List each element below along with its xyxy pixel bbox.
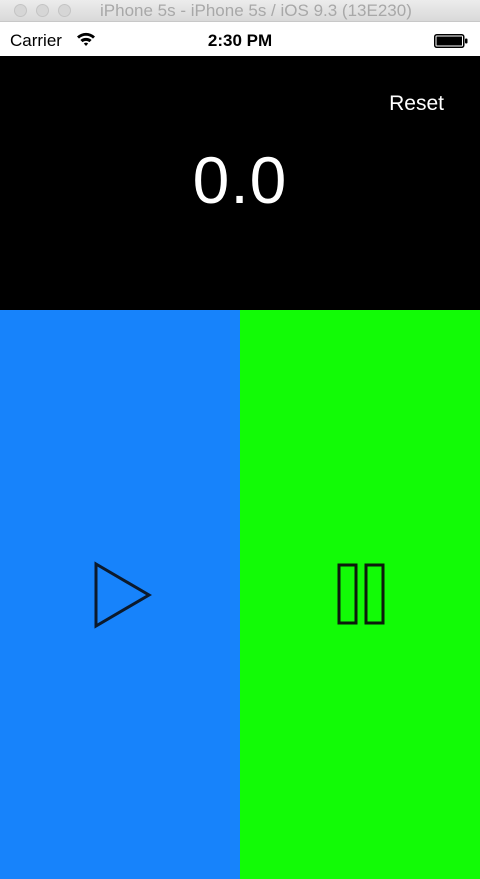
pause-button[interactable] [240, 310, 480, 879]
window-controls [0, 4, 71, 17]
reset-button[interactable]: Reset [389, 92, 444, 116]
battery-icon [434, 34, 468, 48]
close-window-button[interactable] [14, 4, 27, 17]
status-time: 2:30 PM [207, 31, 273, 50]
window-title: iPhone 5s - iPhone 5s / iOS 9.3 (13E230) [100, 1, 412, 20]
time-display: 0.0 [192, 143, 288, 217]
play-button[interactable] [0, 310, 240, 879]
play-icon [94, 561, 152, 629]
minimize-window-button[interactable] [36, 4, 49, 17]
pause-icon [337, 563, 385, 625]
timer-panel: Reset 0.0 [0, 56, 480, 310]
simulator-title-bar: iPhone 5s - iPhone 5s / iOS 9.3 (13E230) [0, 0, 480, 22]
status-bar: Carrier 2:30 PM [0, 22, 480, 56]
zoom-window-button[interactable] [58, 4, 71, 17]
